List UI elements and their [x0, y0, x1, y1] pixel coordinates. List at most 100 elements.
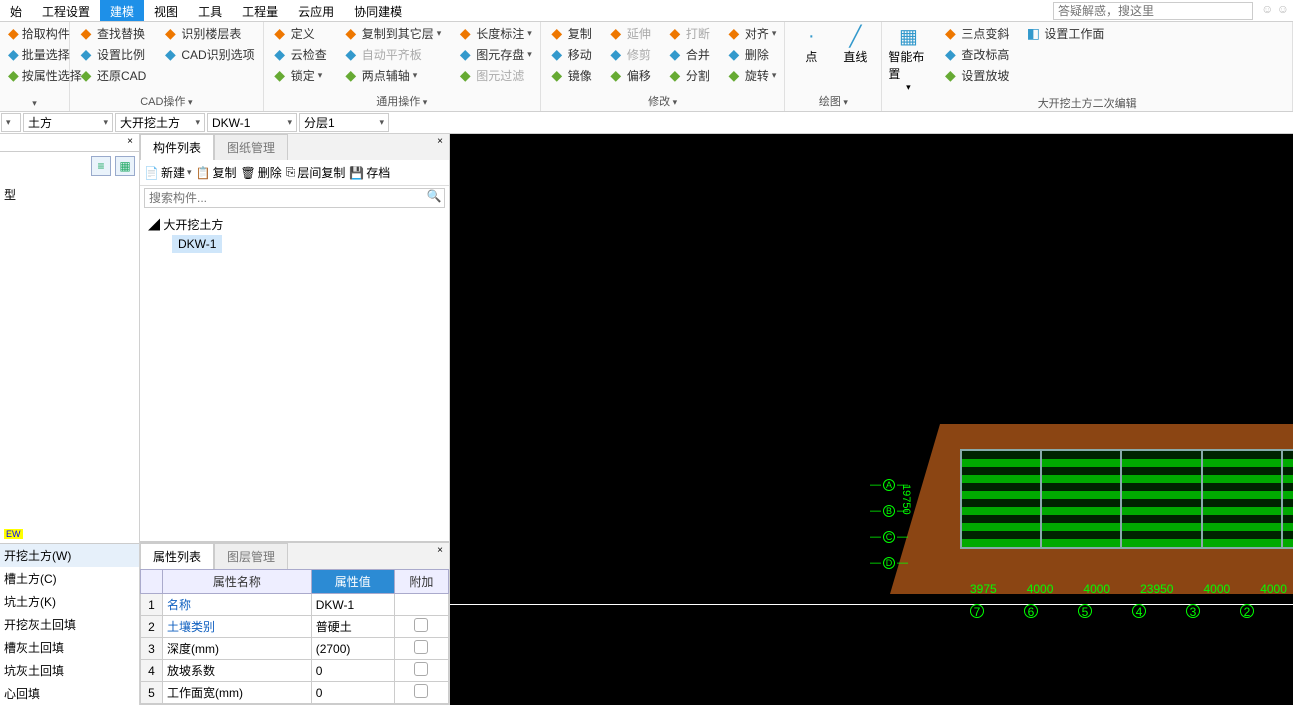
filter-dropdown[interactable]: 大开挖土方: [115, 113, 205, 132]
ribbon-button[interactable]: ◆拾取构件: [6, 24, 63, 43]
tree-item-dkw1[interactable]: DKW-1: [172, 235, 222, 253]
toolbar-复制-button[interactable]: 📋复制: [196, 164, 237, 181]
type-list-item[interactable]: 开挖灰土回填: [0, 613, 139, 636]
toolbar-icon: 💾: [349, 166, 364, 180]
table-row[interactable]: 5工作面宽(mm)0: [141, 682, 449, 704]
ribbon-icon: ◆: [726, 68, 742, 84]
draw-group-label[interactable]: 绘图: [791, 91, 875, 109]
close-icon[interactable]: ×: [433, 545, 447, 559]
type-list-item[interactable]: 开挖土方(W): [0, 544, 139, 567]
ribbon-button[interactable]: ◆CAD识别选项: [160, 45, 256, 64]
prop-value-cell[interactable]: DKW-1: [311, 594, 394, 616]
close-icon[interactable]: ×: [433, 136, 447, 150]
prop-link[interactable]: 名称: [167, 598, 191, 612]
menu-tab[interactable]: 工具: [188, 0, 232, 21]
ribbon-button[interactable]: ◆复制: [547, 24, 594, 43]
ribbon-button[interactable]: ◆三点变斜: [940, 24, 1011, 43]
toolbar-删除-button[interactable]: 🗑删除: [240, 164, 281, 181]
menu-tab[interactable]: 工程设置: [32, 0, 100, 21]
ribbon-button[interactable]: ◆图元过滤: [455, 66, 534, 85]
global-search-input[interactable]: [1053, 2, 1253, 20]
ribbon-button[interactable]: ◆查改标高: [940, 45, 1011, 64]
ribbon-button[interactable]: ◆批量选择: [6, 45, 63, 64]
filter-dropdown[interactable]: 分层1: [299, 113, 389, 132]
prop-value-cell[interactable]: 普硬土: [311, 616, 394, 638]
prop-value-cell[interactable]: (2700): [311, 638, 394, 660]
user-icons[interactable]: ☺ ☺: [1261, 2, 1289, 16]
close-icon[interactable]: ×: [123, 136, 137, 150]
ribbon-button[interactable]: ◆打断: [665, 24, 712, 43]
ribbon-button[interactable]: ◆合并: [665, 45, 712, 64]
filter-dropdown[interactable]: [1, 113, 21, 132]
checkbox[interactable]: [414, 640, 428, 654]
checkbox[interactable]: [414, 618, 428, 632]
menu-tab[interactable]: 云应用: [288, 0, 344, 21]
tab-drawing-mgmt[interactable]: 图纸管理: [214, 134, 288, 160]
general-group-label[interactable]: 通用操作: [270, 91, 534, 109]
ribbon-button[interactable]: ◆查找替换: [76, 24, 148, 43]
ribbon-button[interactable]: ◆旋转: [724, 66, 779, 85]
ribbon-button[interactable]: ◆按属性选择: [6, 66, 63, 85]
ribbon-button[interactable]: ◆延伸: [606, 24, 653, 43]
table-row[interactable]: 3深度(mm)(2700): [141, 638, 449, 660]
ribbon-button[interactable]: ◆还原CAD: [76, 66, 148, 85]
modify-group-label[interactable]: 修改: [547, 91, 779, 109]
toolbar-层间复制-button[interactable]: ⎘层间复制: [286, 164, 346, 181]
ribbon-button[interactable]: ◆复制到其它层: [341, 24, 444, 43]
tab-layer-mgmt[interactable]: 图层管理: [214, 543, 288, 569]
ribbon-button[interactable]: ◆移动: [547, 45, 594, 64]
prop-value-cell[interactable]: 0: [311, 660, 394, 682]
filter-dropdown[interactable]: DKW-1: [207, 113, 297, 132]
ribbon-button[interactable]: ◆设置比例: [76, 45, 148, 64]
ribbon-button[interactable]: ◆对齐: [724, 24, 779, 43]
ribbon-button[interactable]: ◆定义: [270, 24, 329, 43]
tree-root[interactable]: ◢ 大开挖土方: [148, 214, 441, 235]
toolbar-存档-button[interactable]: 💾存档: [349, 164, 390, 181]
ribbon-button[interactable]: ◆分割: [665, 66, 712, 85]
menu-tab[interactable]: 建模: [100, 0, 144, 21]
tab-property-list[interactable]: 属性列表: [140, 543, 214, 569]
ribbon-button[interactable]: ◆锁定: [270, 66, 329, 85]
ribbon-button[interactable]: ◆两点辅轴: [341, 66, 444, 85]
prop-link[interactable]: 土壤类别: [167, 620, 215, 634]
prop-value-cell[interactable]: 0: [311, 682, 394, 704]
ribbon-button[interactable]: ◆设置放坡: [940, 66, 1011, 85]
ribbon-button[interactable]: ◆识别楼层表: [160, 24, 256, 43]
tab-component-list[interactable]: 构件列表: [140, 134, 214, 160]
menu-tab[interactable]: 工程量: [232, 0, 288, 21]
draw-直线-button[interactable]: ╱直线: [835, 24, 875, 65]
component-search-input[interactable]: [145, 189, 424, 207]
cad-group-label[interactable]: CAD操作: [76, 91, 257, 109]
ribbon-button[interactable]: ◆偏移: [606, 66, 653, 85]
ribbon-button[interactable]: ◆云检查: [270, 45, 329, 64]
draw-点-button[interactable]: ·点: [791, 24, 831, 65]
type-list-item[interactable]: 槽灰土回填: [0, 636, 139, 659]
list-view-button[interactable]: ≡: [91, 156, 111, 176]
set-workface-button[interactable]: ◧ 设置工作面: [1023, 24, 1106, 43]
checkbox[interactable]: [414, 662, 428, 676]
checkbox[interactable]: [414, 684, 428, 698]
search-icon[interactable]: 🔍: [424, 189, 444, 207]
filter-dropdown[interactable]: 土方: [23, 113, 113, 132]
table-row[interactable]: 1名称DKW-1: [141, 594, 449, 616]
type-list-item[interactable]: 坑灰土回填: [0, 659, 139, 682]
table-row[interactable]: 2土壤类别普硬土: [141, 616, 449, 638]
ribbon-button[interactable]: ◆删除: [724, 45, 779, 64]
ribbon-button[interactable]: ◆修剪: [606, 45, 653, 64]
type-list-item[interactable]: 槽土方(C): [0, 567, 139, 590]
grid-view-button[interactable]: ▦: [115, 156, 135, 176]
type-list-item[interactable]: 心回填: [0, 682, 139, 705]
ribbon-button[interactable]: ◆长度标注: [455, 24, 534, 43]
ribbon-button[interactable]: ◆镜像: [547, 66, 594, 85]
toolbar-新建-button[interactable]: 📄新建: [144, 164, 192, 181]
ribbon-button[interactable]: ◆图元存盘: [455, 45, 534, 64]
smart-layout-button[interactable]: ▦ 智能布置 ▾: [888, 24, 928, 93]
menu-tab[interactable]: 视图: [144, 0, 188, 21]
type-list-item[interactable]: 坑土方(K): [0, 590, 139, 613]
model-canvas[interactable]: ✕ 39754000400023950400040003975 19750 19…: [450, 134, 1293, 705]
menu-tab[interactable]: 协同建模: [344, 0, 412, 21]
table-row[interactable]: 4放坡系数0: [141, 660, 449, 682]
menu-tab[interactable]: 始: [0, 0, 32, 21]
group-label[interactable]: [6, 95, 63, 109]
ribbon-button[interactable]: ◆自动平齐板: [341, 45, 444, 64]
